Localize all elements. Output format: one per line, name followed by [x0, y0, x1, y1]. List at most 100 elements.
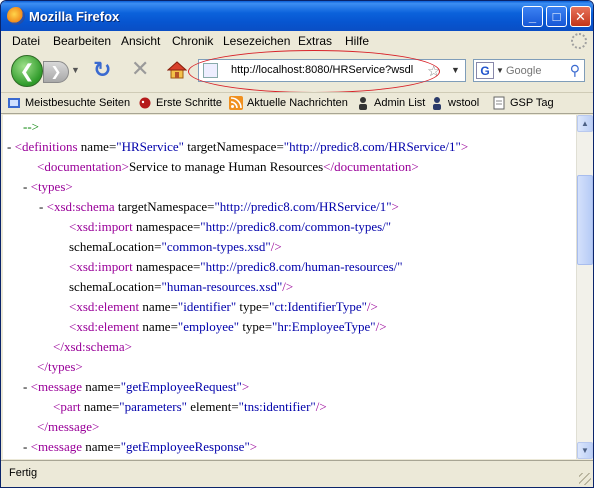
collapse-toggle[interactable]: -	[39, 199, 47, 214]
bookmark-wstool[interactable]: wstool	[430, 96, 479, 110]
bookmark-admin-list[interactable]: Admin List	[356, 96, 425, 110]
xml-attribute-name: type=	[236, 299, 270, 314]
xml-line: - <xsd:schema targetNamespace="http://pr…	[39, 199, 399, 215]
xml-attribute-name: targetNamespace=	[183, 139, 284, 154]
scroll-up-button[interactable]: ▲	[577, 115, 593, 132]
scroll-down-button[interactable]: ▼	[577, 442, 593, 459]
xml-tag-name: message	[47, 419, 92, 434]
back-button[interactable]: ❮	[11, 55, 43, 87]
xml-line: - <message name="getEmployeeResponse">	[23, 439, 257, 455]
bookmark-star-icon[interactable]: ☆	[427, 62, 440, 80]
window-title: Mozilla Firefox	[29, 9, 120, 24]
bookmark-label: Meistbesuchte Seiten	[25, 97, 131, 109]
xml-bracket: >	[241, 379, 250, 394]
xml-bracket: >	[65, 179, 73, 194]
search-icon[interactable]: ⚲	[570, 62, 580, 79]
menu-extras[interactable]: Extras	[298, 34, 332, 48]
xml-tag-name: definitions	[21, 139, 78, 154]
xml-line: <xsd:import namespace="http://predic8.co…	[69, 219, 391, 235]
collapse-toggle[interactable]: -	[23, 179, 31, 194]
collapse-toggle[interactable]: -	[7, 139, 15, 154]
firefox-logo-icon	[7, 7, 25, 25]
xml-attribute-value: "ct:IdentifierType"	[269, 299, 367, 314]
search-input[interactable]	[506, 65, 556, 77]
xml-tag-name: xsd:element	[76, 299, 140, 314]
xml-attribute-name: schemaLocation=	[69, 279, 162, 294]
url-dropdown-icon[interactable]: ▼	[451, 65, 460, 75]
forward-arrow-icon: ❯	[50, 64, 62, 79]
menu-lesezeichen[interactable]: Lesezeichen	[223, 34, 290, 48]
xml-line: </xsd:schema>	[53, 339, 132, 355]
xml-bracket: />	[270, 239, 282, 254]
xml-line: schemaLocation="human-resources.xsd"/>	[69, 279, 293, 295]
collapse-toggle[interactable]: -	[23, 439, 31, 454]
xml-attribute-name: namespace=	[132, 259, 201, 274]
site-identity-icon[interactable]	[203, 63, 218, 78]
person-icon	[359, 97, 367, 110]
close-button[interactable]: ✕	[570, 6, 591, 27]
xml-tag-name: xsd:import	[76, 259, 133, 274]
xml-attribute-value: "identifier"	[177, 299, 237, 314]
xml-bracket: <	[14, 139, 22, 154]
xml-attribute-value: "http://predic8.com/common-types/"	[200, 219, 392, 234]
xml-line: - <types>	[23, 179, 73, 195]
xml-bracket: />	[375, 319, 387, 334]
bookmark-meistbesuchte[interactable]: Meistbesuchte Seiten	[7, 96, 130, 110]
address-bar[interactable]: http://localhost:8080/HRService?wsdl ☆ ▼	[188, 50, 466, 93]
xml-bracket: >	[391, 199, 399, 214]
firefox-bug-icon	[139, 97, 151, 109]
minimize-button[interactable]: _	[522, 6, 543, 27]
menu-hilfe[interactable]: Hilfe	[345, 34, 369, 48]
search-bar[interactable]: G ▼ ⚲	[473, 59, 585, 82]
bookmark-gsp-tag[interactable]: GSP Tag	[492, 96, 554, 110]
xml-attribute-name: name=	[81, 439, 121, 454]
bookmark-folder-icon	[8, 98, 20, 108]
home-icon[interactable]	[167, 60, 187, 80]
engine-dropdown-icon[interactable]: ▼	[496, 66, 504, 75]
xml-attribute-name: type=	[239, 319, 273, 334]
xml-attribute-value: "common-types.xsd"	[161, 239, 271, 254]
vertical-scrollbar[interactable]: ▲ ▼	[576, 115, 593, 459]
xml-attribute-value: "tns:identifier"	[238, 399, 316, 414]
forward-button[interactable]: ❯	[43, 61, 69, 83]
maximize-button[interactable]: □	[546, 6, 567, 27]
scroll-thumb[interactable]	[577, 175, 593, 265]
xml-line: <part name="parameters" element="tns:ide…	[53, 399, 327, 415]
collapse-toggle[interactable]: -	[23, 379, 31, 394]
xml-attribute-value: "HRService"	[116, 139, 184, 154]
xml-tag-name: xsd:schema	[63, 339, 125, 354]
xml-attribute-value: "http://predic8.com/HRService/1"	[283, 139, 461, 154]
menu-bar: Datei Bearbeiten Ansicht Chronik Lesezei…	[1, 31, 593, 51]
history-dropdown-icon[interactable]: ▼	[71, 65, 80, 75]
url-text[interactable]: http://localhost:8080/HRService?wsdl	[231, 64, 413, 76]
xml-attribute-value: "hr:EmployeeType"	[272, 319, 376, 334]
reload-icon[interactable]: ↻	[93, 59, 111, 81]
xml-comment-end: -->	[23, 119, 39, 134]
google-engine-icon[interactable]: G	[476, 62, 494, 79]
xml-tag-name: xsd:element	[76, 319, 140, 334]
menu-datei[interactable]: Datei	[12, 34, 40, 48]
xml-bracket: >	[121, 159, 129, 174]
xml-bracket: />	[366, 299, 378, 314]
xml-bracket: <	[30, 179, 38, 194]
menu-ansicht[interactable]: Ansicht	[121, 34, 160, 48]
stop-icon[interactable]: ✕	[131, 58, 149, 80]
menu-chronik[interactable]: Chronik	[172, 34, 213, 48]
resize-grip-icon[interactable]	[579, 473, 591, 485]
xml-tag-name: documentation	[44, 159, 122, 174]
bookmark-label: Admin List	[374, 97, 426, 109]
xml-attribute-name: name=	[81, 379, 121, 394]
xml-line: </types>	[37, 359, 83, 375]
title-bar[interactable]: Mozilla Firefox _ □ ✕	[1, 1, 593, 31]
bookmark-aktuelle-nachrichten[interactable]: Aktuelle Nachrichten	[229, 96, 348, 110]
menu-bearbeiten[interactable]: Bearbeiten	[53, 34, 111, 48]
xml-line: <xsd:element name="employee" type="hr:Em…	[69, 319, 387, 335]
xml-bracket: <	[30, 379, 38, 394]
status-bar: Fertig	[1, 460, 593, 487]
bookmark-erste-schritte[interactable]: Erste Schritte	[138, 96, 222, 110]
xml-bracket: <	[30, 439, 38, 454]
xml-line: - <message name="getEmployeeRequest">	[23, 379, 249, 395]
xml-line: </message>	[37, 419, 99, 435]
xml-attribute-name: targetNamespace=	[114, 199, 215, 214]
xml-line: -->	[23, 119, 39, 135]
